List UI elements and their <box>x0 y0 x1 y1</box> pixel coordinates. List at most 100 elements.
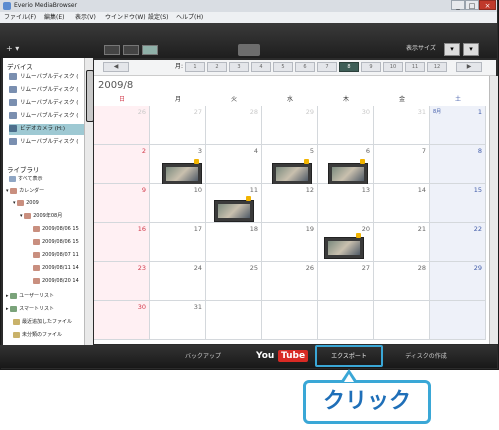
calendar-day-cell[interactable]: 31 <box>150 301 206 340</box>
menu-settings[interactable]: 設定(S) <box>148 12 169 23</box>
add-button[interactable]: + ▾ <box>6 44 42 54</box>
calendar-day-cell[interactable]: 1 8月 <box>430 106 486 145</box>
close-button[interactable]: × <box>479 0 496 10</box>
calendar-day-cell[interactable]: 13 <box>318 184 374 223</box>
minimize-button[interactable]: _ <box>451 0 465 10</box>
tv-icon[interactable] <box>238 44 260 56</box>
video-thumbnail[interactable] <box>162 163 202 185</box>
list-view-icon[interactable] <box>104 45 120 55</box>
calendar-day-cell[interactable]: 26 <box>262 262 318 301</box>
calendar-day-cell[interactable]: 30 <box>318 106 374 145</box>
calendar-day-cell[interactable] <box>206 301 262 340</box>
video-thumbnail[interactable] <box>272 163 312 185</box>
month-button-12[interactable]: 12 <box>427 62 447 72</box>
maximize-button[interactable]: □ <box>465 0 479 10</box>
calendar-day-cell[interactable]: 21 <box>374 223 430 262</box>
calendar-day-cell[interactable]: 27 <box>318 262 374 301</box>
sidebar-scrollbar[interactable] <box>84 58 94 345</box>
device-item[interactable]: リムーバブルディスク ( <box>9 72 87 83</box>
calendar-day-cell[interactable]: 27 <box>150 106 206 145</box>
calendar-day-cell[interactable] <box>374 301 430 340</box>
device-item[interactable]: リムーバブルディスク ( <box>9 111 87 122</box>
calendar-day-cell[interactable]: 2 <box>94 145 150 184</box>
calendar-day-cell[interactable]: 23 <box>94 262 150 301</box>
calendar-day-cell[interactable]: 26 <box>94 106 150 145</box>
library-unsorted[interactable]: 未分類のファイル <box>13 330 62 340</box>
month-button-8[interactable]: 8 <box>339 62 359 72</box>
month-button-9[interactable]: 9 <box>361 62 381 72</box>
tree-year[interactable]: ▾ 2009 <box>13 198 39 208</box>
scrollbar-thumb[interactable] <box>86 70 94 122</box>
calendar-day-cell[interactable]: 30 <box>94 301 150 340</box>
tree-month[interactable]: ▾ 2009年08月 <box>20 211 62 221</box>
calendar-day-cell[interactable]: 5 <box>262 145 318 185</box>
calendar-day-cell[interactable] <box>262 301 318 340</box>
calendar-day-cell[interactable]: 25 <box>206 262 262 301</box>
youtube-button[interactable]: You Tube <box>244 347 314 366</box>
library-smart-list[interactable]: ▸ スマートリスト <box>6 304 54 314</box>
thumbnail-view-icon[interactable] <box>123 45 139 55</box>
calendar-day-cell[interactable]: 19 <box>262 223 318 262</box>
device-item-camera[interactable]: ビデオカメラ (H:) <box>9 124 87 135</box>
tree-date[interactable]: 2009/08/11 14 <box>33 263 79 273</box>
tree-date[interactable]: 2009/08/07 11 <box>33 250 79 260</box>
month-button-5[interactable]: 5 <box>273 62 293 72</box>
video-thumbnail[interactable] <box>328 163 368 185</box>
calendar-day-cell[interactable] <box>430 301 486 340</box>
video-thumbnail[interactable] <box>214 200 254 222</box>
menu-view[interactable]: 表示(V) <box>75 12 96 23</box>
tree-date[interactable]: 2009/08/06 15 <box>33 237 79 247</box>
calendar-day-cell[interactable]: 10 <box>150 184 206 223</box>
calendar-day-cell[interactable]: 11 <box>206 184 262 223</box>
menu-help[interactable]: ヘルプ(H) <box>176 12 203 23</box>
calendar-day-cell[interactable]: 20 <box>318 223 374 262</box>
calendar-day-cell[interactable]: 14 <box>374 184 430 223</box>
calendar-day-cell[interactable]: 29 <box>430 262 486 301</box>
calendar-day-cell[interactable]: 24 <box>150 262 206 301</box>
device-item[interactable]: リムーバブルディスク ( <box>9 98 87 109</box>
library-calendar[interactable]: ▾ カレンダー <box>6 186 44 196</box>
calendar-day-cell[interactable]: 6 <box>318 145 374 185</box>
month-button-7[interactable]: 7 <box>317 62 337 72</box>
menu-file[interactable]: ファイル(F) <box>4 12 36 23</box>
month-button-2[interactable]: 2 <box>207 62 227 72</box>
calendar-day-cell[interactable]: 22 <box>430 223 486 262</box>
calendar-day-cell[interactable]: 3 <box>150 145 206 185</box>
create-disc-button[interactable]: ディスクの作成 <box>388 347 464 366</box>
calendar-day-cell[interactable]: 29 <box>262 106 318 145</box>
calendar-day-cell[interactable]: 31 <box>374 106 430 145</box>
display-size-dropdown[interactable]: ▾ <box>444 43 460 56</box>
calendar-scrollbar[interactable] <box>489 76 498 344</box>
calendar-day-cell[interactable]: 8 <box>430 145 486 184</box>
calendar-view-icon[interactable] <box>142 45 158 55</box>
prev-month-button[interactable]: ◀ <box>103 62 129 72</box>
calendar-day-cell[interactable]: 15 <box>430 184 486 223</box>
menu-window[interactable]: ウインドウ(W) <box>105 12 146 23</box>
calendar-day-cell[interactable]: 7 <box>374 145 430 184</box>
month-button-10[interactable]: 10 <box>383 62 403 72</box>
calendar-day-cell[interactable] <box>318 301 374 340</box>
tree-date[interactable]: 2009/08/06 15 <box>33 224 79 234</box>
calendar-day-cell[interactable]: 4 <box>206 145 262 184</box>
menu-edit[interactable]: 編集(E) <box>44 12 64 23</box>
device-item[interactable]: リムーバブルディスク ( <box>9 137 87 148</box>
library-all[interactable]: すべて表示 <box>9 174 42 184</box>
sort-dropdown[interactable]: ▾ <box>463 43 479 56</box>
tree-date[interactable]: 2009/08/20 14 <box>33 276 79 286</box>
month-button-11[interactable]: 11 <box>405 62 425 72</box>
video-thumbnail[interactable] <box>324 237 364 259</box>
library-recent[interactable]: 最近追加したファイル <box>13 317 72 327</box>
month-button-1[interactable]: 1 <box>185 62 205 72</box>
next-month-button[interactable]: ▶ <box>456 62 482 72</box>
calendar-day-cell[interactable]: 28 <box>206 106 262 145</box>
calendar-day-cell[interactable]: 18 <box>206 223 262 262</box>
backup-button[interactable]: バックアップ <box>168 347 238 366</box>
calendar-day-cell[interactable]: 16 <box>94 223 150 262</box>
library-user-list[interactable]: ▸ ユーザーリスト <box>6 291 54 301</box>
calendar-day-cell[interactable]: 12 <box>262 184 318 223</box>
device-item[interactable]: リムーバブルディスク ( <box>9 85 87 96</box>
calendar-day-cell[interactable]: 9 <box>94 184 150 223</box>
calendar-day-cell[interactable]: 17 <box>150 223 206 262</box>
month-button-4[interactable]: 4 <box>251 62 271 72</box>
month-button-6[interactable]: 6 <box>295 62 315 72</box>
